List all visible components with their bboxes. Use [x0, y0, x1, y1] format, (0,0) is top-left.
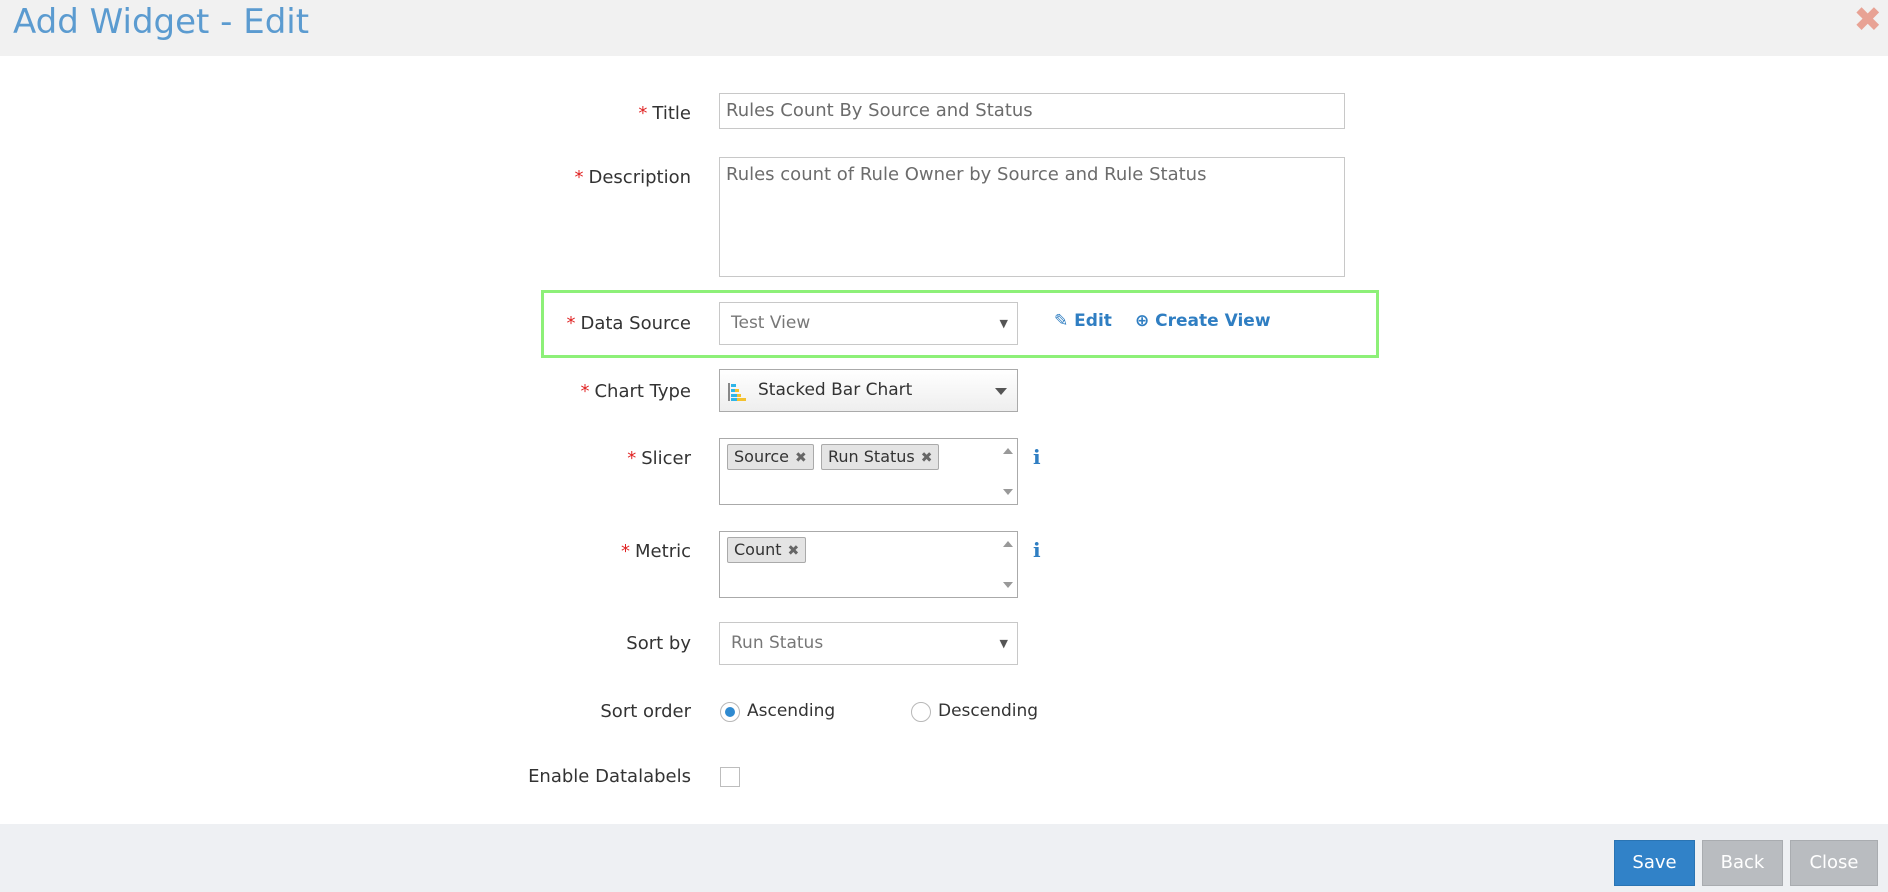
description-label: * Description — [574, 167, 691, 188]
remove-tag-icon[interactable]: ✖ — [795, 450, 807, 466]
scroll-down-icon[interactable] — [1003, 582, 1013, 588]
slicer-label: * Slicer — [627, 448, 691, 469]
chevron-down-icon: ▼ — [999, 317, 1008, 330]
scroll-up-icon[interactable] — [1003, 448, 1013, 454]
slicer-tag-source: Source ✖ — [727, 444, 814, 470]
descending-radio[interactable] — [911, 702, 931, 722]
ascending-label[interactable]: Ascending — [747, 701, 835, 721]
scrollbar[interactable] — [999, 532, 1017, 597]
chevron-down-icon — [995, 388, 1007, 395]
stacked-bar-chart-icon — [728, 383, 746, 401]
sort-order-label: Sort order — [600, 701, 691, 722]
slicer-multiselect[interactable]: Source ✖ Run Status ✖ — [719, 438, 1018, 505]
metric-multiselect[interactable]: Count ✖ — [719, 531, 1018, 598]
metric-label: * Metric — [621, 541, 691, 562]
pencil-icon: ✎ — [1054, 311, 1069, 331]
metric-tag-count: Count ✖ — [727, 537, 807, 563]
metric-info-icon[interactable]: i — [1033, 538, 1041, 562]
remove-tag-icon[interactable]: ✖ — [788, 543, 800, 559]
title-input[interactable]: Rules Count By Source and Status — [719, 93, 1345, 129]
ascending-radio[interactable] — [720, 702, 740, 722]
sort-by-select[interactable]: Run Status ▼ — [719, 622, 1018, 665]
data-source-select[interactable]: Test View ▼ — [719, 302, 1018, 345]
create-view-link[interactable]: ⊕ Create View — [1135, 311, 1271, 331]
dialog-header: Add Widget - Edit ✖ — [0, 0, 1888, 56]
scroll-down-icon[interactable] — [1003, 489, 1013, 495]
descending-label[interactable]: Descending — [938, 701, 1038, 721]
plus-circle-icon: ⊕ — [1135, 311, 1150, 331]
close-icon[interactable]: ✖ — [1854, 2, 1883, 38]
datalabels-checkbox[interactable] — [720, 767, 740, 787]
chart-type-label: * Chart Type — [580, 381, 691, 402]
remove-tag-icon[interactable]: ✖ — [921, 450, 933, 466]
datalabels-label: Enable Datalabels — [528, 766, 691, 787]
close-button[interactable]: Close — [1790, 840, 1878, 886]
slicer-info-icon[interactable]: i — [1033, 445, 1041, 469]
chevron-down-icon: ▼ — [999, 637, 1008, 650]
title-label: * Title — [638, 103, 691, 124]
back-button[interactable]: Back — [1702, 840, 1783, 886]
edit-view-link[interactable]: ✎ Edit — [1054, 311, 1112, 331]
sort-by-label: Sort by — [626, 633, 691, 654]
description-textarea[interactable]: Rules count of Rule Owner by Source and … — [719, 157, 1345, 277]
save-button[interactable]: Save — [1614, 840, 1695, 886]
scroll-up-icon[interactable] — [1003, 541, 1013, 547]
dialog-footer: Save Back Close — [0, 824, 1888, 892]
data-source-label: * Data Source — [566, 313, 691, 334]
dialog-title: Add Widget - Edit — [13, 2, 310, 42]
scrollbar[interactable] — [999, 439, 1017, 504]
chart-type-select[interactable]: Stacked Bar Chart — [719, 369, 1018, 412]
slicer-tag-run-status: Run Status ✖ — [821, 444, 940, 470]
